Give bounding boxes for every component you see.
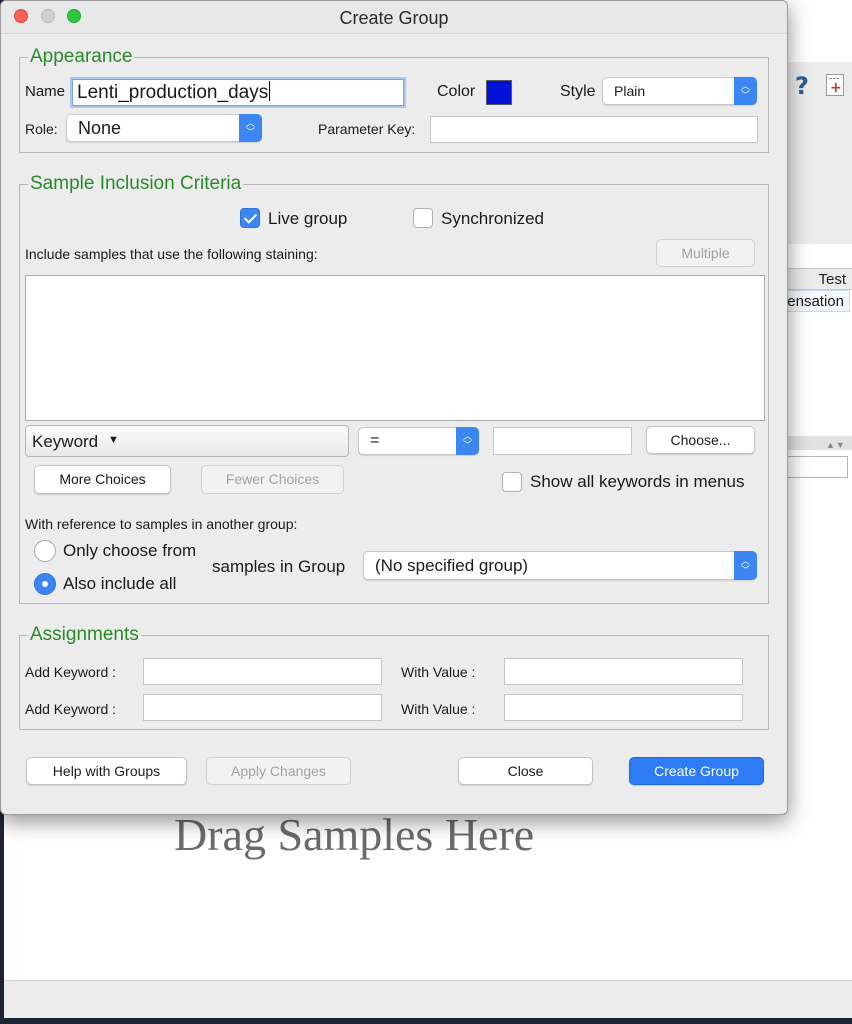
with-value-input[interactable]: [504, 658, 743, 685]
synchronized-label: Synchronized: [441, 209, 545, 228]
live-group-checkbox[interactable]: [240, 208, 260, 228]
style-stepper-icon: ︿ ﹀: [734, 77, 757, 105]
operator-stepper-icon: ︿ ﹀: [456, 427, 479, 455]
live-group-label: Live group: [268, 209, 348, 228]
background-row-text: ensation: [787, 293, 844, 310]
style-select[interactable]: Plain ︿ ﹀: [602, 77, 757, 105]
fewer-choices-button[interactable]: Fewer Choices: [201, 465, 344, 494]
color-swatch[interactable]: [486, 80, 512, 105]
synchronized-checkbox[interactable]: [413, 208, 433, 228]
with-value-label: With Value :: [401, 701, 476, 717]
role-select[interactable]: None ︿ ﹀: [66, 114, 262, 142]
also-include-all-label: Also include all: [63, 574, 177, 593]
name-input[interactable]: Lenti_production_days: [72, 79, 404, 106]
only-choose-from-radio[interactable]: [34, 540, 56, 562]
operator-select-value: =: [370, 432, 380, 449]
help-icon[interactable]: ?: [795, 72, 809, 100]
background-status-bar: [4, 980, 852, 1018]
style-select-value: Plain: [614, 83, 646, 99]
role-stepper-icon: ︿ ﹀: [239, 114, 262, 142]
add-keyword-label: Add Keyword :: [25, 701, 117, 717]
criteria-legend: Sample Inclusion Criteria: [28, 173, 244, 195]
create-group-dialog: Create Group Appearance Name Lenti_produ…: [0, 0, 788, 815]
column-header-test[interactable]: Test: [818, 271, 846, 288]
background-table-row[interactable]: ensation: [782, 290, 850, 312]
with-value-label: With Value :: [401, 664, 476, 680]
show-all-keywords-checkbox[interactable]: [502, 472, 522, 492]
caret-down-icon: ▼: [108, 434, 119, 446]
appearance-legend: Appearance: [28, 46, 135, 68]
close-button[interactable]: Close: [458, 757, 593, 785]
text-caret: [269, 81, 271, 101]
group-select[interactable]: (No specified group) ︿ ﹀: [363, 551, 757, 580]
criteria-value-input[interactable]: [493, 427, 632, 455]
background-field[interactable]: [782, 456, 848, 478]
add-keyword-input[interactable]: [143, 694, 382, 721]
show-all-keywords-label: Show all keywords in menus: [530, 472, 745, 491]
role-select-value: None: [78, 118, 122, 138]
staining-list[interactable]: [25, 275, 765, 421]
title-bar: Create Group: [1, 1, 787, 34]
dialog-title: Create Group: [339, 8, 449, 28]
add-keyword-input[interactable]: [143, 658, 382, 685]
apply-changes-button[interactable]: Apply Changes: [206, 757, 351, 785]
also-include-all-radio[interactable]: [34, 573, 56, 595]
assignments-legend: Assignments: [28, 624, 141, 646]
color-label: Color: [437, 83, 476, 100]
multiple-button[interactable]: Multiple: [656, 239, 755, 267]
help-with-groups-button[interactable]: Help with Groups: [26, 757, 187, 785]
name-label: Name: [25, 83, 66, 100]
group-select-value: (No specified group): [375, 556, 529, 575]
role-label: Role:: [25, 121, 58, 137]
style-label: Style: [560, 83, 596, 100]
background-table-header: Test: [782, 268, 852, 290]
drag-samples-hint: Drag Samples Here: [174, 809, 535, 860]
with-value-input[interactable]: [504, 694, 743, 721]
reference-label: With reference to samples in another gro…: [25, 516, 298, 532]
scroll-arrows-icon[interactable]: ▲▼: [826, 440, 846, 450]
choose-button[interactable]: Choose...: [646, 426, 755, 454]
name-input-value: Lenti_production_days: [77, 82, 269, 103]
group-stepper-icon: ︿ ﹀: [734, 551, 757, 580]
operator-select[interactable]: = ︿ ﹀: [358, 427, 479, 455]
parameter-key-label: Parameter Key:: [318, 121, 416, 137]
samples-in-group-label: samples in Group: [212, 557, 346, 576]
only-choose-from-label: Only choose from: [63, 541, 197, 560]
add-document-icon[interactable]: +: [826, 74, 844, 96]
keyword-dropdown-label: Keyword: [32, 432, 99, 451]
create-group-button[interactable]: Create Group: [629, 757, 764, 785]
keyword-dropdown[interactable]: Keyword ▼: [25, 425, 349, 457]
include-staining-label: Include samples that use the following s…: [25, 246, 318, 262]
more-choices-button[interactable]: More Choices: [34, 465, 171, 494]
parameter-key-input[interactable]: [430, 116, 758, 143]
add-keyword-label: Add Keyword :: [25, 664, 117, 680]
